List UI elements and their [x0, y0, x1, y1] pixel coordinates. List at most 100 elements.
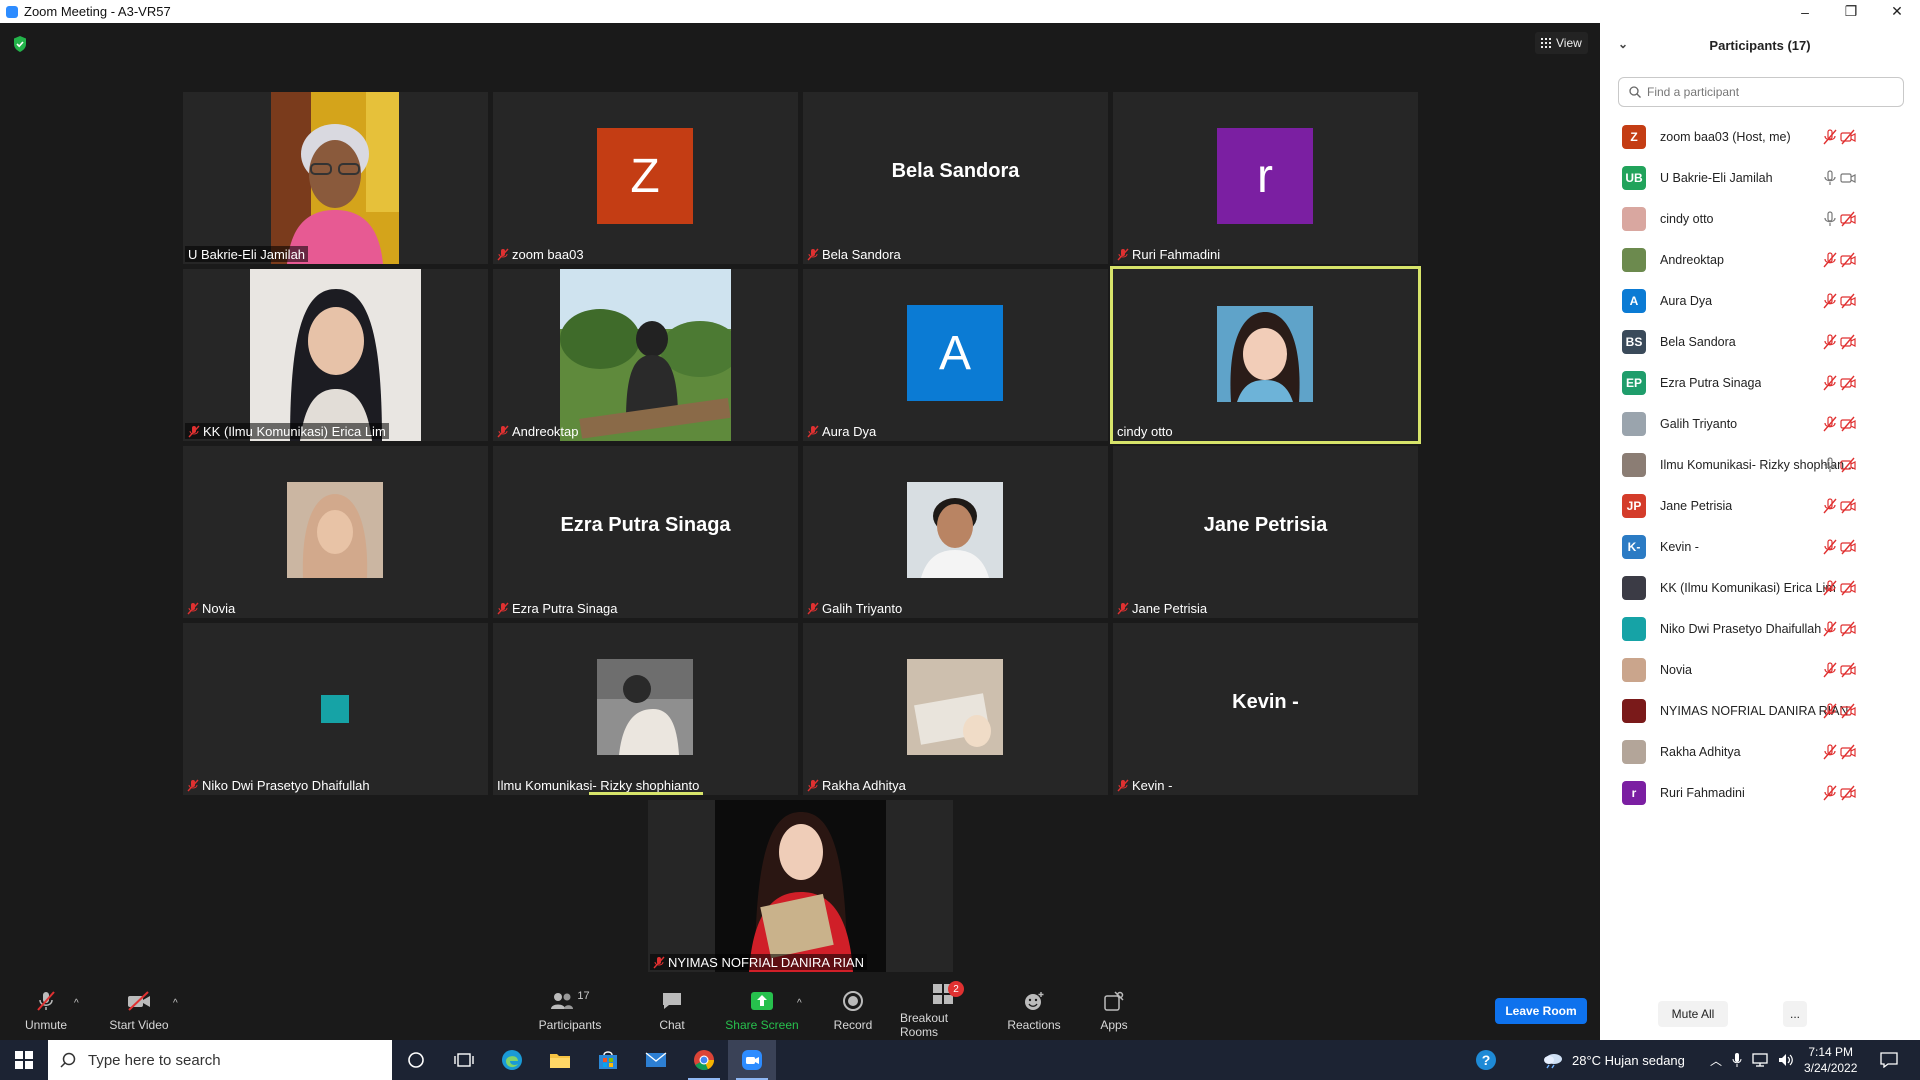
video-off-icon[interactable] — [1840, 703, 1856, 719]
network-icon[interactable] — [1752, 1053, 1768, 1067]
video-off-icon[interactable] — [1840, 662, 1856, 678]
encryption-shield-icon[interactable] — [12, 35, 28, 53]
participant-row[interactable]: Novia — [1600, 649, 1920, 690]
participant-row[interactable]: Andreoktap — [1600, 239, 1920, 280]
video-off-icon[interactable] — [1840, 621, 1856, 637]
participants-button[interactable]: 17 Participants — [532, 982, 608, 1040]
participant-row[interactable]: EP Ezra Putra Sinaga — [1600, 362, 1920, 403]
participant-row[interactable]: r Ruri Fahmadini — [1600, 772, 1920, 813]
video-options-caret-icon[interactable]: ^ — [173, 998, 178, 1009]
store-app-button[interactable] — [584, 1040, 632, 1080]
volume-icon[interactable] — [1778, 1053, 1794, 1067]
participant-row[interactable]: cindy otto — [1600, 198, 1920, 239]
more-options-button[interactable]: ... — [1783, 1001, 1807, 1027]
mic-off-icon[interactable] — [1822, 129, 1838, 145]
unmute-button[interactable]: Unmute — [18, 982, 74, 1040]
video-tile[interactable]: Jane Petrisia Jane Petrisia — [1113, 446, 1418, 618]
mic-off-icon[interactable] — [1822, 334, 1838, 350]
share-options-caret-icon[interactable]: ^ — [797, 998, 802, 1009]
taskbar-search[interactable]: Type here to search — [48, 1040, 392, 1080]
participant-row[interactable]: Niko Dwi Prasetyo Dhaifullah — [1600, 608, 1920, 649]
video-tile[interactable]: Andreoktap — [493, 269, 798, 441]
participant-row[interactable]: KK (Ilmu Komunikasi) Erica Lim — [1600, 567, 1920, 608]
video-tile[interactable]: U Bakrie-Eli Jamilah — [183, 92, 488, 264]
mic-off-icon[interactable] — [1822, 293, 1838, 309]
participant-row[interactable]: Rakha Adhitya — [1600, 731, 1920, 772]
video-tile[interactable]: Ezra Putra Sinaga Ezra Putra Sinaga — [493, 446, 798, 618]
participant-row[interactable]: BS Bela Sandora — [1600, 321, 1920, 362]
video-tile-active-speaker[interactable]: cindy otto — [1110, 266, 1421, 444]
video-tile[interactable]: NYIMAS NOFRIAL DANIRA RIAN — [648, 800, 953, 972]
participant-row[interactable]: JP Jane Petrisia — [1600, 485, 1920, 526]
participant-row[interactable]: Ilmu Komunikasi- Rizky shophian... — [1600, 444, 1920, 485]
collapse-chevron-icon[interactable]: ⌄ — [1618, 37, 1628, 51]
mic-on-icon[interactable] — [1822, 211, 1838, 227]
mic-on-icon[interactable] — [1822, 170, 1838, 186]
taskbar-search-input[interactable]: Type here to search — [88, 1052, 221, 1069]
microphone-icon[interactable] — [1732, 1052, 1742, 1068]
chat-button[interactable]: Chat — [652, 982, 692, 1040]
breakout-rooms-button[interactable]: 2 Breakout Rooms — [900, 981, 986, 1040]
video-off-icon[interactable] — [1840, 334, 1856, 350]
reactions-button[interactable]: Reactions — [1006, 982, 1062, 1040]
start-video-button[interactable]: Start Video — [104, 982, 174, 1040]
video-off-icon[interactable] — [1840, 129, 1856, 145]
participant-row[interactable]: Zzoom baa03 (Host, me) — [1600, 116, 1920, 157]
video-tile[interactable]: KK (Ilmu Komunikasi) Erica Lim — [183, 269, 488, 441]
mic-off-icon[interactable] — [1822, 498, 1838, 514]
windows-start-button[interactable] — [0, 1040, 48, 1080]
mic-off-icon[interactable] — [1822, 252, 1838, 268]
record-button[interactable]: Record — [830, 982, 876, 1040]
cortana-button[interactable] — [392, 1040, 440, 1080]
share-screen-button[interactable]: Share Screen — [724, 982, 800, 1040]
audio-options-caret-icon[interactable]: ^ — [74, 998, 79, 1009]
mail-app-button[interactable] — [632, 1040, 680, 1080]
notifications-button[interactable] — [1880, 1040, 1898, 1080]
video-tile[interactable]: Bela Sandora Bela Sandora — [803, 92, 1108, 264]
video-tile[interactable]: r Ruri Fahmadini — [1113, 92, 1418, 264]
participant-row[interactable]: NYIMAS NOFRIAL DANIRA RIAN — [1600, 690, 1920, 731]
video-tile[interactable]: Z zoom baa03 — [493, 92, 798, 264]
video-off-icon[interactable] — [1840, 580, 1856, 596]
help-button[interactable]: ? — [1475, 1040, 1497, 1080]
video-on-icon[interactable] — [1840, 170, 1856, 186]
minimize-button[interactable]: – — [1782, 0, 1828, 23]
participant-search[interactable]: Find a participant — [1618, 77, 1904, 107]
mic-off-icon[interactable] — [1822, 785, 1838, 801]
weather-widget[interactable]: 28°C Hujan sedang — [1542, 1040, 1685, 1080]
video-off-icon[interactable] — [1840, 252, 1856, 268]
restore-button[interactable]: ❐ — [1828, 0, 1874, 23]
video-off-icon[interactable] — [1840, 457, 1856, 473]
file-explorer-button[interactable] — [536, 1040, 584, 1080]
video-tile[interactable]: Ilmu Komunikasi- Rizky shophianto — [493, 623, 798, 795]
video-off-icon[interactable] — [1840, 539, 1856, 555]
view-button[interactable]: View — [1535, 32, 1588, 54]
participant-row[interactable]: K- Kevin - — [1600, 526, 1920, 567]
close-button[interactable]: ✕ — [1874, 0, 1920, 23]
video-off-icon[interactable] — [1840, 293, 1856, 309]
video-tile[interactable]: Kevin - Kevin - — [1113, 623, 1418, 795]
video-off-icon[interactable] — [1840, 416, 1856, 432]
search-input[interactable]: Find a participant — [1647, 85, 1739, 99]
mic-off-icon[interactable] — [1822, 580, 1838, 596]
edge-app-button[interactable] — [488, 1040, 536, 1080]
mic-off-icon[interactable] — [1822, 703, 1838, 719]
mic-off-icon[interactable] — [1822, 539, 1838, 555]
video-off-icon[interactable] — [1840, 498, 1856, 514]
video-tile[interactable]: Rakha Adhitya — [803, 623, 1108, 795]
task-view-button[interactable] — [440, 1040, 488, 1080]
video-tile[interactable]: A Aura Dya — [803, 269, 1108, 441]
leave-room-button[interactable]: Leave Room — [1495, 998, 1587, 1024]
video-off-icon[interactable] — [1840, 744, 1856, 760]
zoom-app-button[interactable] — [728, 1040, 776, 1080]
video-off-icon[interactable] — [1840, 785, 1856, 801]
tray-chevron-icon[interactable]: ︿ — [1710, 1052, 1722, 1069]
mic-off-icon[interactable] — [1822, 662, 1838, 678]
participant-row[interactable]: A Aura Dya — [1600, 280, 1920, 321]
taskbar-clock[interactable]: 7:14 PM 3/24/2022 — [1804, 1040, 1857, 1080]
mic-off-icon[interactable] — [1822, 744, 1838, 760]
participant-row[interactable]: Galih Triyanto — [1600, 403, 1920, 444]
chrome-app-button[interactable] — [680, 1040, 728, 1080]
apps-button[interactable]: Apps — [1096, 982, 1132, 1040]
system-tray[interactable]: ︿ — [1710, 1040, 1794, 1080]
